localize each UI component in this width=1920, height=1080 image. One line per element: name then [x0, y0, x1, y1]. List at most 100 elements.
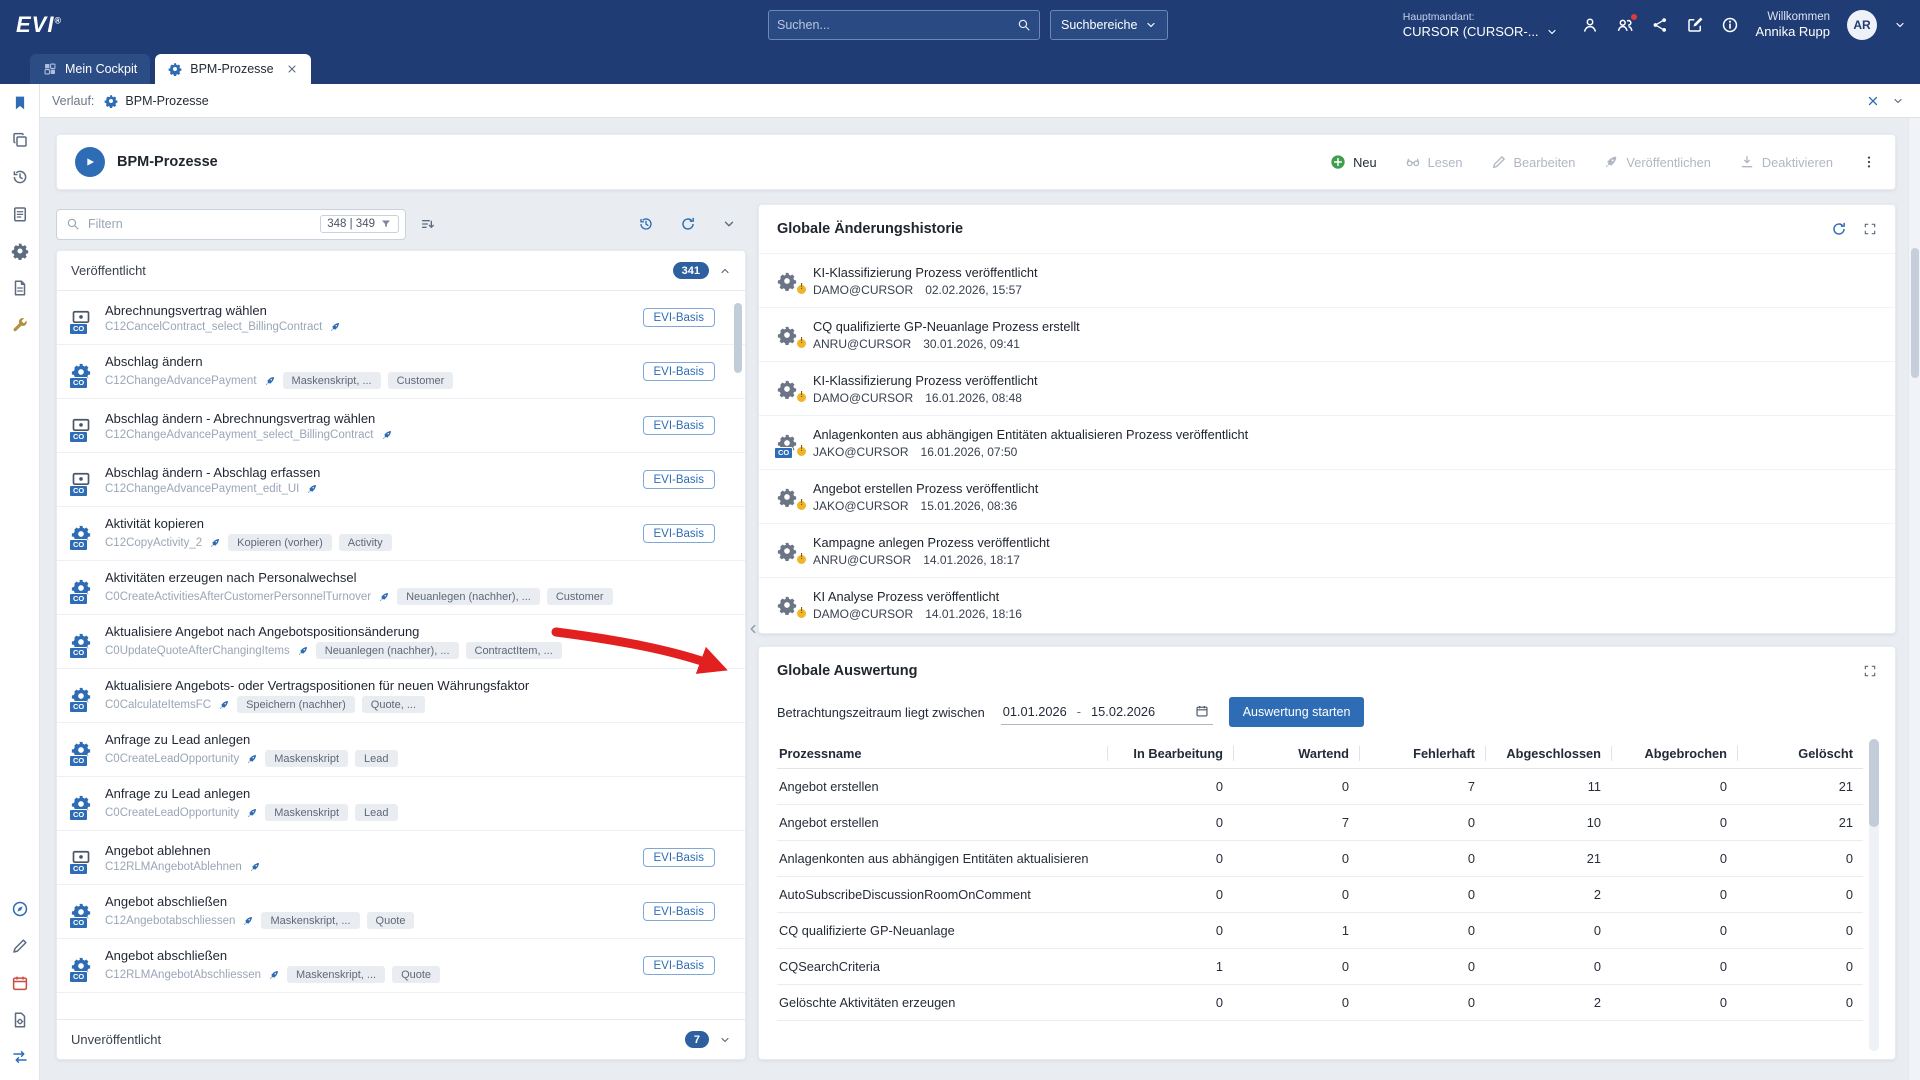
user-icon[interactable]	[1581, 16, 1599, 34]
read-button[interactable]: Lesen	[1405, 154, 1463, 170]
table-column-header[interactable]: Prozessname	[777, 746, 1107, 761]
document-icon[interactable]	[11, 279, 29, 297]
filter-input[interactable]: Filtern 348 | 349	[56, 209, 406, 240]
avatar[interactable]: AR	[1847, 10, 1877, 40]
users-icon[interactable]	[1616, 16, 1634, 34]
search-input[interactable]	[777, 18, 1017, 32]
process-list-item[interactable]: COAktualisiere Angebots- oder Vertragspo…	[57, 669, 745, 723]
table-column-header[interactable]: Abgeschlossen	[1485, 746, 1611, 761]
table-row[interactable]: Gelöschte Aktivitäten erzeugen000200	[777, 985, 1863, 1021]
share-icon[interactable]	[1651, 16, 1669, 34]
process-list-item[interactable]: COAktualisiere Angebot nach Angebotsposi…	[57, 615, 745, 669]
process-item-code: C12CancelContract_select_BillingContract	[105, 321, 322, 333]
calendar-icon[interactable]	[1195, 704, 1209, 718]
document-gear-icon[interactable]	[11, 1011, 29, 1029]
result-count[interactable]: 348 | 349	[320, 215, 399, 233]
table-column-header[interactable]: Wartend	[1233, 746, 1359, 761]
table-row[interactable]: Angebot erstellen07010021	[777, 805, 1863, 841]
unpublished-section-header[interactable]: Unveröffentlicht 7	[57, 1019, 745, 1059]
start-evaluation-button[interactable]: Auswertung starten	[1229, 697, 1365, 727]
history-entry[interactable]: KI Analyse Prozess veröffentlichtDAMO@CU…	[759, 577, 1895, 631]
history-entry[interactable]: CQ qualifizierte GP-Neuanlage Prozess er…	[759, 307, 1895, 361]
info-icon[interactable]	[1721, 16, 1739, 34]
history-entry[interactable]: Kampagne anlegen Prozess veröffentlichtA…	[759, 523, 1895, 577]
process-list-item[interactable]: COAngebot abschließenC12RLMAngebotAbschl…	[57, 939, 745, 993]
global-search[interactable]	[768, 10, 1040, 40]
refresh-history-icon[interactable]	[1831, 221, 1847, 237]
evi-logo[interactable]: EVI®	[16, 12, 62, 38]
mandant-selector[interactable]: Hauptmandant: CURSOR (CURSOR-...	[1403, 11, 1558, 39]
table-cell-value: 21	[1485, 851, 1611, 866]
process-item-tag: Maskenskript	[265, 750, 348, 767]
process-list-item[interactable]: COAktivität kopierenC12CopyActivity_2Kop…	[57, 507, 745, 561]
search-scope-button[interactable]: Suchbereiche	[1050, 10, 1168, 40]
collapse-list-button[interactable]	[720, 215, 738, 233]
table-row[interactable]: CQ qualifizierte GP-Neuanlage010000	[777, 913, 1863, 949]
table-cell-value: 21	[1737, 779, 1863, 794]
publish-button[interactable]: Veröffentlichen	[1603, 154, 1710, 170]
table-column-header[interactable]: Gelöscht	[1737, 746, 1863, 761]
more-actions-button[interactable]	[1861, 154, 1877, 170]
history-entry[interactable]: KI-Klassifizierung Prozess veröffentlich…	[759, 253, 1895, 307]
co-badge: CO	[69, 377, 88, 389]
verlauf-item-bpm-prozesse[interactable]: BPM-Prozesse	[104, 94, 208, 108]
process-list-item[interactable]: COAbschlag ändernC12ChangeAdvancePayment…	[57, 345, 745, 399]
collapse-verlauf-icon[interactable]	[1892, 95, 1904, 107]
list-scrollbar[interactable]	[734, 295, 742, 1015]
sort-button[interactable]	[418, 214, 438, 234]
table-scrollbar[interactable]	[1869, 739, 1879, 1051]
table-column-header[interactable]: Fehlerhaft	[1359, 746, 1485, 761]
user-menu-chevron-icon[interactable]	[1894, 19, 1906, 31]
close-tab-icon[interactable]	[286, 63, 298, 75]
tab-bpm-prozesse[interactable]: BPM-Prozesse	[155, 54, 310, 84]
table-row[interactable]: AutoSubscribeDiscussionRoomOnComment0002…	[777, 877, 1863, 913]
process-search-icon[interactable]	[11, 205, 29, 223]
process-list-item[interactable]: COAbschlag ändern - Abschlag erfassenC12…	[57, 453, 745, 507]
history-entry[interactable]: Angebot erstellen Prozess veröffentlicht…	[759, 469, 1895, 523]
published-section-header[interactable]: Veröffentlicht 341	[57, 251, 745, 291]
process-list-item[interactable]: COAngebot ablehnenC12RLMAngebotAblehnenE…	[57, 831, 745, 885]
window-scrollbar[interactable]	[1908, 118, 1920, 1080]
notes-icon[interactable]	[11, 937, 29, 955]
history-entry[interactable]: COAnlagenkonten aus abhängigen Entitäten…	[759, 415, 1895, 469]
table-row[interactable]: CQSearchCriteria100000	[777, 949, 1863, 985]
new-button[interactable]: Neu	[1330, 154, 1376, 170]
expand-evaluation-icon[interactable]	[1863, 664, 1877, 678]
process-list-item[interactable]: COAngebot abschließenC12Angebotabschlies…	[57, 885, 745, 939]
table-row[interactable]: Anlagenkonten aus abhängigen Entitäten a…	[777, 841, 1863, 877]
table-header-row: ProzessnameIn BearbeitungWartendFehlerha…	[777, 739, 1863, 769]
pages-icon[interactable]	[11, 131, 29, 149]
bookmark-icon[interactable]	[11, 94, 29, 112]
close-verlauf-icon[interactable]	[1866, 94, 1880, 108]
recent-changes-button[interactable]	[636, 214, 656, 234]
tab-mein-cockpit[interactable]: Mein Cockpit	[30, 54, 150, 84]
window-scrollbar-thumb[interactable]	[1911, 248, 1919, 378]
date-range-input[interactable]: 01.01.2026 - 15.02.2026	[1001, 700, 1213, 725]
calendar-icon[interactable]	[11, 974, 29, 992]
process-list-item[interactable]: COAbschlag ändern - Abrechnungsvertrag w…	[57, 399, 745, 453]
edit-button[interactable]: Bearbeiten	[1491, 154, 1576, 170]
expand-history-icon[interactable]	[1863, 222, 1877, 236]
explore-icon[interactable]	[11, 900, 29, 918]
compose-icon[interactable]	[1686, 16, 1704, 34]
process-list-item[interactable]: COAnfrage zu Lead anlegenC0CreateLeadOpp…	[57, 723, 745, 777]
process-list-item[interactable]: COAbrechnungsvertrag wählenC12CancelCont…	[57, 291, 745, 345]
history-entry-user: DAMO@CURSOR	[813, 283, 913, 297]
history-entry[interactable]: KI-Klassifizierung Prozess veröffentlich…	[759, 361, 1895, 415]
period-end-date: 15.02.2026	[1091, 704, 1155, 719]
deactivate-button[interactable]: Deaktivieren	[1739, 154, 1833, 170]
table-scrollbar-thumb[interactable]	[1869, 739, 1879, 827]
panel-collapse-handle[interactable]	[746, 622, 760, 636]
table-column-header[interactable]: In Bearbeitung	[1107, 746, 1233, 761]
list-scrollbar-thumb[interactable]	[734, 303, 742, 373]
process-list-item[interactable]: COAktivitäten erzeugen nach Personalwech…	[57, 561, 745, 615]
wrench-icon[interactable]	[11, 316, 29, 334]
sync-icon[interactable]	[11, 1048, 29, 1066]
refresh-list-button[interactable]	[678, 214, 698, 234]
search-icon[interactable]	[1017, 18, 1031, 32]
table-column-header[interactable]: Abgebrochen	[1611, 746, 1737, 761]
history-icon[interactable]	[11, 168, 29, 186]
table-row[interactable]: Angebot erstellen00711021	[777, 769, 1863, 805]
gear-icon[interactable]	[11, 242, 29, 260]
process-list-item[interactable]: COAnfrage zu Lead anlegenC0CreateLeadOpp…	[57, 777, 745, 831]
